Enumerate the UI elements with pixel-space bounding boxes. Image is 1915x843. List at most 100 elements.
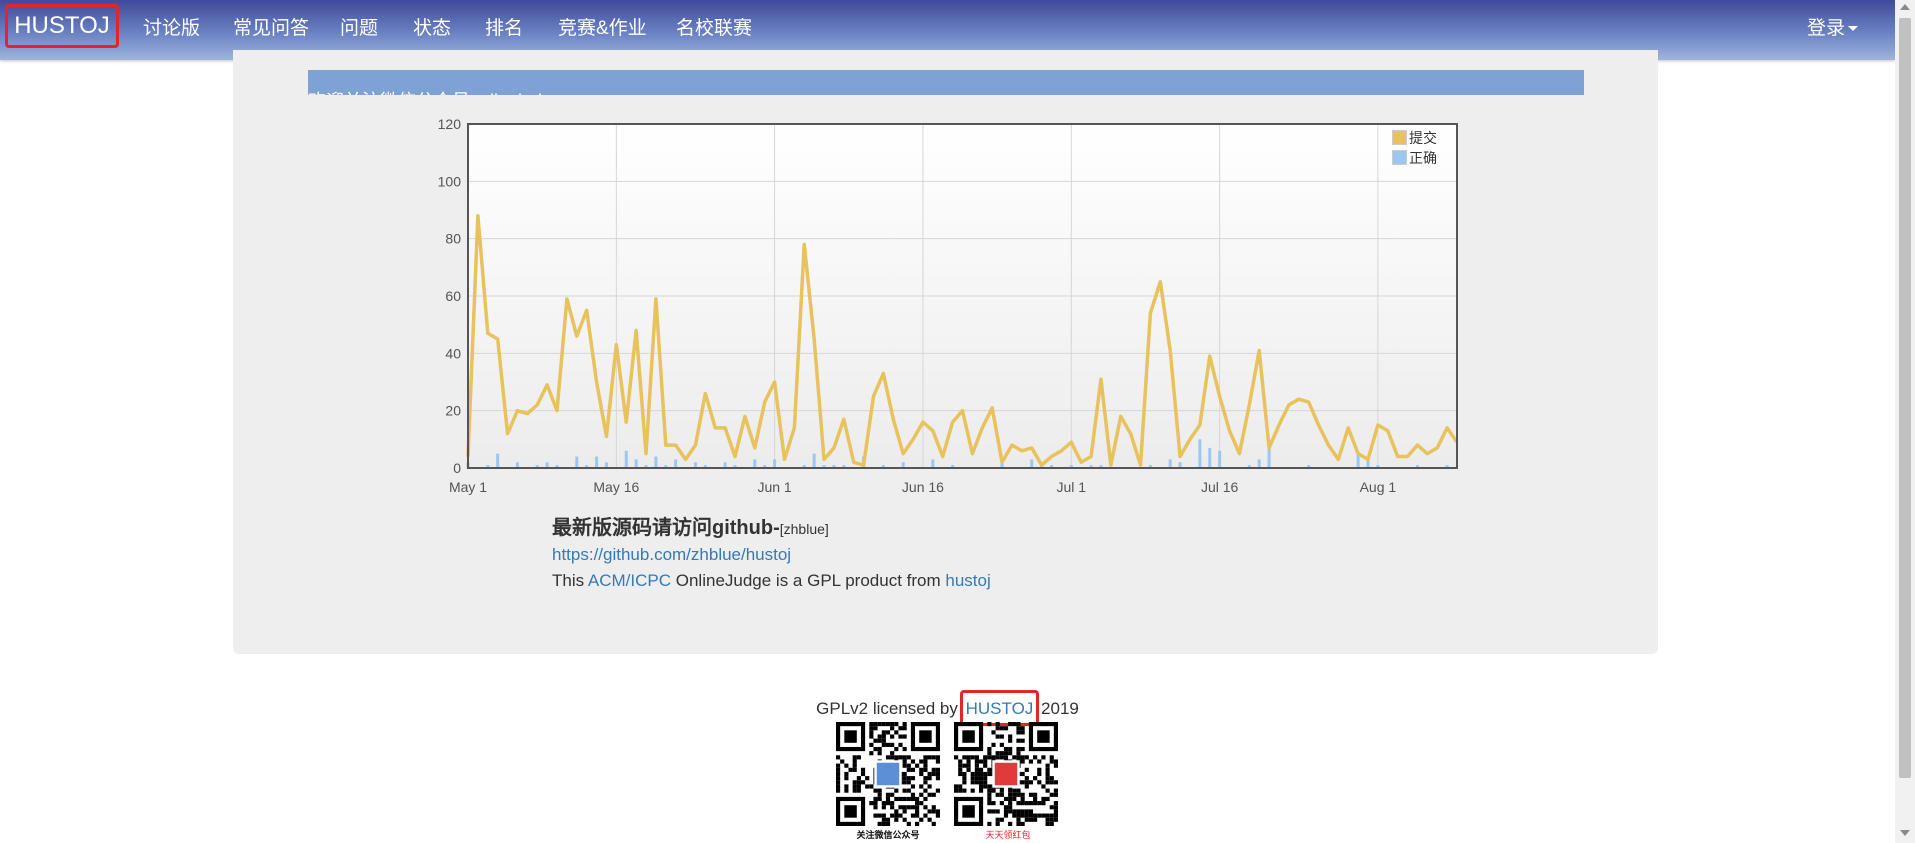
nav-item-status[interactable]: 状态 bbox=[413, 17, 451, 41]
qr-module bbox=[923, 780, 928, 785]
nav-item-faq[interactable]: 常见问答 bbox=[233, 17, 309, 41]
vertical-scrollbar[interactable] bbox=[1895, 0, 1915, 843]
login-dropdown[interactable]: 登录 bbox=[1807, 17, 1859, 41]
qr-module bbox=[1024, 801, 1029, 806]
qr-module bbox=[1008, 821, 1013, 826]
source-headline: 最新版源码请访问github-[zhblue] bbox=[552, 515, 991, 542]
qr-module bbox=[910, 792, 916, 797]
qr-module bbox=[915, 821, 920, 826]
qr-module bbox=[983, 780, 988, 785]
qr-module bbox=[970, 771, 975, 777]
qr-module bbox=[906, 805, 911, 810]
brand-logo-link[interactable]: HUSTOJ bbox=[5, 4, 119, 48]
qr-module bbox=[906, 755, 911, 760]
qr-module bbox=[935, 771, 940, 777]
qr-module bbox=[881, 805, 886, 810]
qr-module bbox=[1003, 813, 1009, 818]
qr-module bbox=[898, 813, 903, 818]
qr-module bbox=[931, 771, 936, 777]
scroll-down-arrow-icon[interactable] bbox=[1900, 830, 1910, 836]
qr-module bbox=[1045, 776, 1050, 781]
qr-module bbox=[885, 796, 891, 802]
qr-module bbox=[856, 784, 861, 789]
qr-module bbox=[1008, 734, 1013, 739]
qr-module bbox=[991, 742, 996, 747]
footer-prefix: GPLv2 licensed by bbox=[816, 699, 963, 718]
qr-module bbox=[856, 780, 861, 785]
qr-module bbox=[974, 763, 979, 768]
qr-module bbox=[890, 734, 895, 739]
qr-module bbox=[894, 796, 899, 802]
qr-module bbox=[852, 767, 857, 772]
nav-item-school-league[interactable]: 名校联赛 bbox=[676, 17, 752, 41]
y-tick-label: 0 bbox=[453, 460, 461, 476]
qr-module bbox=[954, 755, 959, 760]
github-link[interactable]: https://github.com/zhblue/hustoj bbox=[552, 545, 791, 564]
qr-module bbox=[865, 776, 870, 781]
qr-module bbox=[991, 801, 996, 806]
qr-module bbox=[999, 788, 1004, 793]
qr-module bbox=[1037, 771, 1042, 777]
qr-module bbox=[983, 776, 988, 781]
qr-module bbox=[877, 746, 882, 752]
qr-module bbox=[927, 755, 932, 760]
footer-hustoj-link[interactable]: HUSTOJ bbox=[966, 699, 1034, 718]
qr-module bbox=[974, 771, 979, 777]
legend-accepted-label: 正确 bbox=[1409, 150, 1437, 166]
qr-module bbox=[1012, 809, 1017, 814]
scroll-up-arrow-icon[interactable] bbox=[1900, 4, 1910, 10]
qr-module bbox=[958, 767, 963, 772]
hustoj-link[interactable]: hustoj bbox=[945, 571, 990, 590]
qr-module bbox=[844, 788, 849, 793]
qr-module bbox=[906, 796, 911, 802]
qr-module bbox=[987, 784, 992, 789]
qr-module bbox=[1053, 813, 1058, 818]
qr-module bbox=[894, 730, 899, 735]
qr-module bbox=[1033, 755, 1038, 760]
qr-module bbox=[844, 763, 849, 768]
qr-module bbox=[958, 771, 963, 777]
x-tick-label: Jun 16 bbox=[902, 479, 944, 495]
qr-module bbox=[1045, 796, 1050, 802]
qr-module bbox=[1008, 801, 1013, 806]
qr-module bbox=[995, 755, 1000, 760]
qr-module bbox=[902, 788, 907, 793]
qr-module bbox=[1020, 821, 1025, 826]
qr-module bbox=[1053, 780, 1058, 785]
notice-marquee: 欢迎关注微信公众号onlinejudge bbox=[308, 70, 1584, 95]
qr-module bbox=[991, 755, 996, 760]
qr-module bbox=[836, 788, 841, 793]
caret-down-icon bbox=[1848, 26, 1859, 32]
qr-module bbox=[962, 763, 967, 768]
headline-author: [zhblue] bbox=[779, 521, 829, 537]
scroll-thumb[interactable] bbox=[1899, 18, 1911, 778]
nav-item-ranklist[interactable]: 排名 bbox=[485, 17, 523, 41]
qr-module bbox=[877, 722, 882, 727]
qr-module bbox=[999, 792, 1004, 797]
qr-module bbox=[1028, 792, 1034, 797]
acm-icpc-link[interactable]: ACM/ICPC bbox=[588, 571, 671, 590]
qr-module bbox=[902, 809, 907, 814]
x-tick-label: May 1 bbox=[449, 479, 487, 495]
y-tick-label: 20 bbox=[445, 403, 461, 419]
nav-item-discussion[interactable]: 讨论版 bbox=[143, 17, 200, 41]
qr-module bbox=[962, 776, 967, 781]
qr-module bbox=[1016, 722, 1021, 727]
qr-module bbox=[840, 759, 845, 764]
qr-module bbox=[1008, 751, 1013, 756]
qr-module bbox=[919, 767, 924, 772]
qr-module bbox=[958, 788, 963, 793]
qr-module bbox=[1003, 751, 1009, 756]
qr-module bbox=[987, 767, 992, 772]
qr-module bbox=[987, 796, 992, 802]
nav-item-contests[interactable]: 竞赛&作业 bbox=[558, 17, 647, 41]
qr-module bbox=[987, 746, 992, 752]
qr-module bbox=[927, 784, 932, 789]
nav-item-problems[interactable]: 问题 bbox=[340, 17, 378, 41]
qr-module bbox=[1049, 792, 1054, 797]
qr-module bbox=[978, 759, 984, 764]
qr-module bbox=[873, 801, 878, 806]
qr-module bbox=[894, 746, 899, 752]
gpl-mid: OnlineJudge is a GPL product from bbox=[671, 571, 946, 590]
qr-module bbox=[978, 767, 984, 772]
